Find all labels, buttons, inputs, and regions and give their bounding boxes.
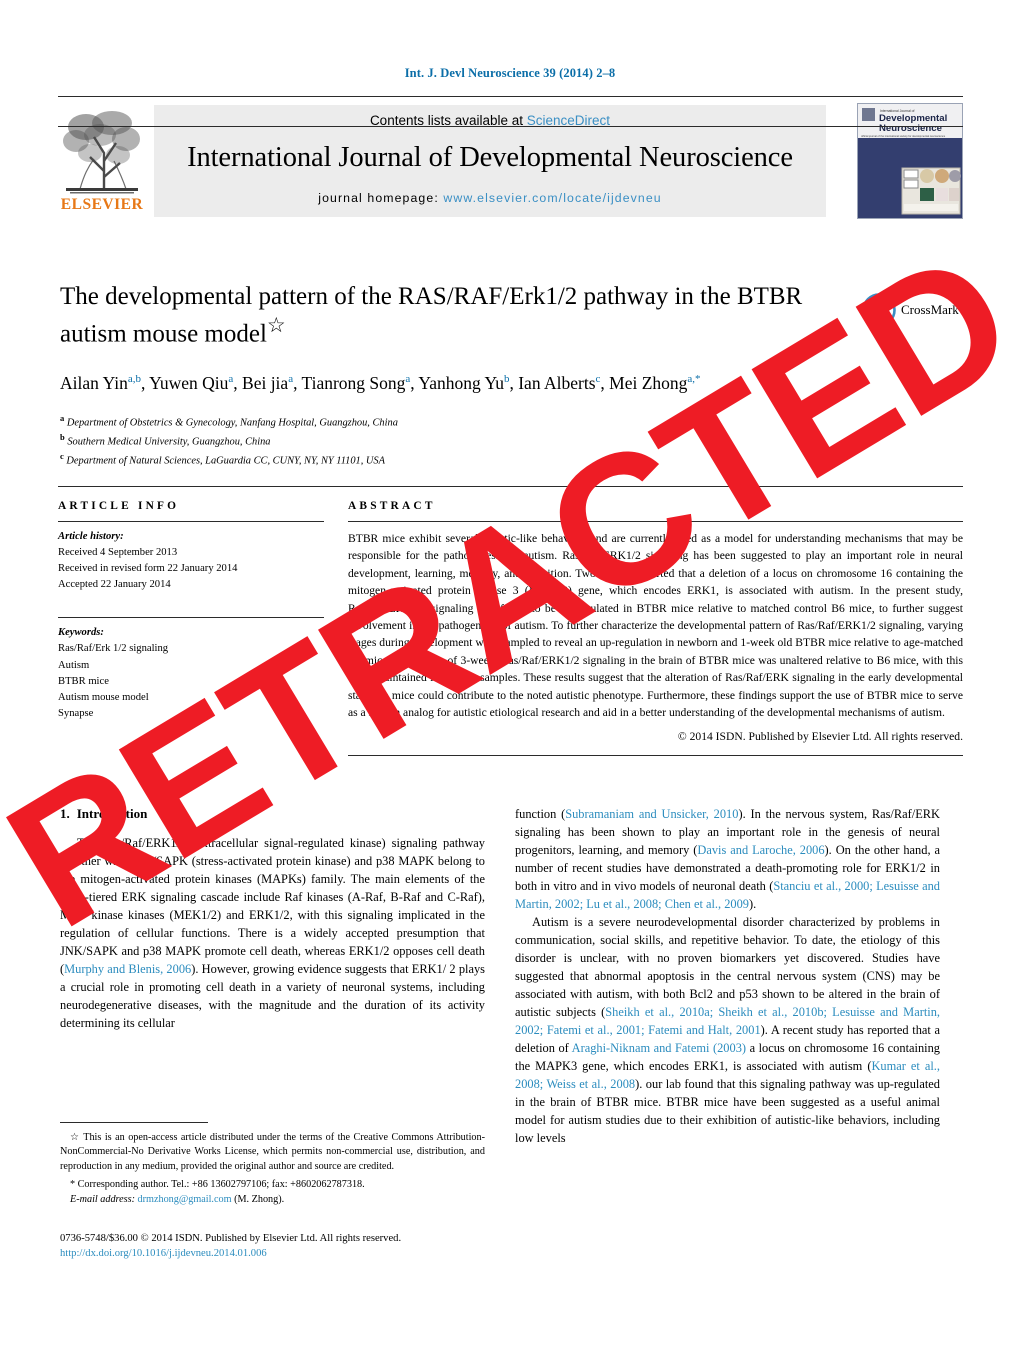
svg-text:official journal of the intern: official journal of the international so…: [861, 134, 946, 138]
title-footnote-marker: ☆: [266, 312, 286, 337]
section-number: 1.: [60, 806, 70, 821]
keyword-item: Autism mouse model: [58, 691, 149, 703]
footnote-license-text: This is an open-access article distribut…: [60, 1132, 485, 1172]
intro-paragraph-left: The Ras/Raf/ERK1/2 (extracellular signal…: [60, 835, 485, 1033]
journal-cover-image: International Journal of Developmental N…: [858, 104, 962, 218]
keywords-block: Keywords: Ras/Raf/Erk 1/2 signaling Autis…: [58, 610, 324, 722]
keywords-rule: [58, 617, 324, 619]
section-title: Introduction: [76, 806, 148, 821]
band-bottom-rule: [348, 755, 963, 757]
homepage-url-link[interactable]: www.elsevier.com/locate/ijdevneu: [443, 191, 661, 205]
abstract-column: ABSTRACT BTBR mice exhibit several autis…: [348, 486, 963, 757]
elsevier-wordmark: ELSEVIER: [60, 196, 144, 213]
issn-copyright-line: 0736-5748/$36.00 © 2014 ISDN. Published …: [60, 1233, 402, 1244]
doi-link[interactable]: http://dx.doi.org/10.1016/j.ijdevneu.201…: [60, 1246, 560, 1261]
footnote-rule: [60, 1122, 208, 1123]
affiliation-item: b Southern Medical University, Guangzhou…: [60, 432, 271, 448]
article-history-item: Received 4 September 2013: [58, 547, 178, 559]
right-paragraph-1: function (Subramaniam and Unsicker, 2010…: [515, 806, 940, 914]
elsevier-tree-icon: [60, 105, 144, 197]
homepage-prefix: journal homepage:: [318, 191, 444, 205]
body-column-left: 1. Introduction The Ras/Raf/ERK1/2 (extra…: [60, 806, 485, 1033]
intro-text-1: The Ras/Raf/ERK1/2 (extracellular signal…: [60, 836, 485, 976]
crossmark-icon: [862, 293, 896, 327]
footnote-asterisk-marker: *: [70, 1179, 76, 1191]
citation-araghi-niknam-fatemi[interactable]: Araghi-Niknam and Fatemi (2003): [572, 1041, 746, 1055]
article-history-block: Article history: Received 4 September 20…: [58, 522, 324, 593]
journal-title: International Journal of Developmental N…: [187, 142, 793, 173]
citation-murphy-blenis[interactable]: Murphy and Blenis, 2006: [64, 962, 191, 976]
paper-page: Int. J. Devl Neuroscience 39 (2014) 2–8: [0, 0, 1020, 1351]
footnote-corresponding: * Corresponding author. Tel.: +86 136027…: [60, 1178, 485, 1208]
crossmark-label: CrossMark: [901, 302, 959, 317]
body-column-right: function (Subramaniam and Unsicker, 2010…: [515, 806, 940, 1148]
running-head: Int. J. Devl Neuroscience 39 (2014) 2–8: [404, 66, 616, 80]
masthead-center: Contents lists available at ScienceDirec…: [154, 105, 826, 217]
right-text-1a: function (: [515, 807, 566, 821]
article-history-items: Received 4 September 2013 Received in rev…: [58, 545, 324, 593]
masthead-top-rule: [58, 96, 963, 97]
keyword-item: Ras/Raf/Erk 1/2 signaling: [58, 643, 169, 655]
section-heading-introduction: 1. Introduction: [60, 806, 485, 822]
abstract-copyright: © 2014 ISDN. Published by Elsevier Ltd. …: [677, 730, 963, 744]
right-text-2a: Autism is a severe neurodevelopmental di…: [515, 914, 940, 1019]
footnote-corresponding-text: Corresponding author. Tel.: +86 13602797…: [77, 1179, 365, 1191]
email-label: E-mail address:: [70, 1194, 135, 1206]
article-history-label: Article history:: [58, 531, 124, 542]
journal-masthead: ELSEVIER Contents lists available at Sci…: [58, 100, 963, 219]
email-suffix: (M. Zhong).: [234, 1194, 285, 1206]
svg-text:Neuroscience: Neuroscience: [879, 123, 942, 134]
crossmark-badge[interactable]: CrossMark: [862, 288, 962, 332]
elsevier-logo: ELSEVIER: [58, 105, 146, 217]
keyword-items: Ras/Raf/Erk 1/2 signaling Autism BTBR mice…: [58, 641, 324, 721]
citation-subramaniam-unsicker[interactable]: Subramaniam and Unsicker, 2010: [565, 807, 738, 821]
masthead-bottom-rule: [58, 126, 963, 127]
article-header: The developmental pattern of the RAS/RAF…: [60, 282, 850, 469]
keyword-item: BTBR mice: [58, 675, 109, 687]
footnote-license: ☆ This is an open-access article distrib…: [60, 1131, 485, 1174]
journal-cover-thumbnail: International Journal of Developmental N…: [857, 103, 963, 219]
article-info-column: ARTICLE INFO Article history: Received 4…: [58, 486, 324, 722]
journal-homepage-line: journal homepage: www.elsevier.com/locat…: [318, 191, 661, 205]
email-link[interactable]: drmzhong@gmail.com: [138, 1194, 232, 1205]
article-history-item: Accepted 22 January 2014: [58, 579, 171, 591]
article-history-item: Received in revised form 22 January 2014: [58, 563, 238, 575]
abstract-heading: ABSTRACT: [348, 500, 436, 512]
footnote-block: ☆ This is an open-access article distrib…: [60, 1122, 485, 1208]
affiliation-item: c Department of Natural Sciences, LaGuar…: [60, 451, 385, 467]
citation-davis-laroche[interactable]: Davis and Laroche, 2006: [697, 843, 824, 857]
keywords-label: Keywords:: [58, 627, 104, 639]
footnote-star-marker: ☆: [70, 1132, 80, 1143]
affiliation-list: a Department of Obstetrics & Gynecology,…: [60, 412, 850, 469]
author-list: Ailan Yina,b, Yuwen Qiua, Bei jiaa, Tian…: [60, 373, 701, 394]
abstract-body: BTBR mice exhibit several autistic-like …: [348, 532, 963, 719]
page-title: The developmental pattern of the RAS/RAF…: [60, 282, 850, 349]
right-paragraph-2: Autism is a severe neurodevelopmental di…: [515, 914, 940, 1148]
affiliation-item: a Department of Obstetrics & Gynecology,…: [60, 413, 398, 429]
right-text-1d: ).: [749, 896, 757, 911]
article-title-text: The developmental pattern of the RAS/RAF…: [60, 283, 803, 347]
keyword-item: Autism: [58, 659, 90, 671]
footer-block: 0736-5748/$36.00 © 2014 ISDN. Published …: [60, 1231, 560, 1262]
article-info-heading: ARTICLE INFO: [58, 500, 180, 512]
keyword-item: Synapse: [58, 707, 94, 719]
